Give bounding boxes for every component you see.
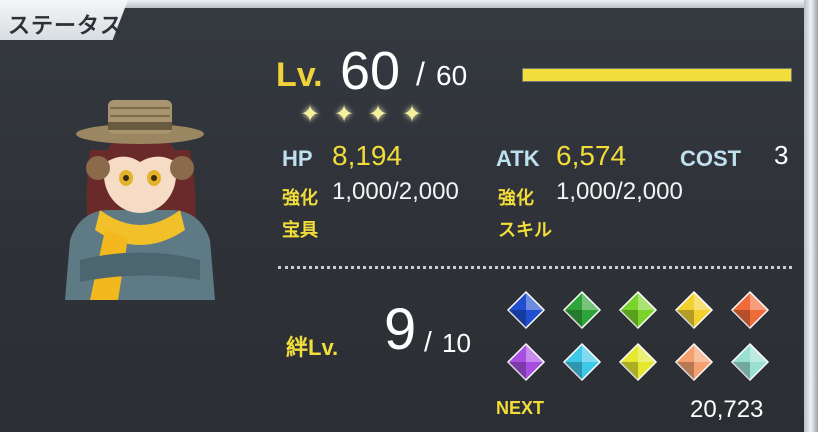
bond-slash: / xyxy=(424,326,432,357)
bond-gem-icon xyxy=(730,290,770,330)
hp-enhance-value: 1,000/2,000 xyxy=(332,178,459,205)
bond-label: 絆Lv. xyxy=(286,335,339,360)
atk-value: 6,574 xyxy=(556,140,627,171)
servant-portrait xyxy=(65,100,215,300)
rarity-star-icon: ✦ xyxy=(300,101,321,128)
level-progress-bar xyxy=(522,68,792,82)
atk-enhance-value: 1,000/2,000 xyxy=(556,178,683,205)
status-panel: ステータス Lv. 60 / 60 ✦ ✦ ✦ ✦ HP 8,194 ATK 6… xyxy=(0,0,818,432)
bond-gem-icon xyxy=(506,290,546,330)
level-slash: / xyxy=(416,56,425,92)
bond-gem-icon xyxy=(730,342,770,382)
bond-gem-icon xyxy=(674,342,714,382)
status-title: ステータス xyxy=(8,13,124,38)
atk-label: ATK xyxy=(496,146,540,171)
skill-label[interactable]: スキル xyxy=(498,216,552,242)
cost-label: COST xyxy=(680,146,742,171)
bond-gem-icon xyxy=(618,290,658,330)
atk-enhance-label: 強化 xyxy=(498,188,534,208)
bond-gem-icon xyxy=(674,290,714,330)
cost-value: 3 xyxy=(774,140,789,170)
rarity-star-icon: ✦ xyxy=(402,101,423,128)
bond-max: 10 xyxy=(442,328,471,358)
divider xyxy=(278,266,792,269)
frame-right xyxy=(804,0,818,432)
next-label: NEXT xyxy=(496,398,545,418)
hp-value: 8,194 xyxy=(332,140,403,171)
bond-gem-icon xyxy=(618,342,658,382)
rarity-star-icon: ✦ xyxy=(368,101,389,128)
hp-label: HP xyxy=(282,146,313,171)
bond-current: 9 xyxy=(384,297,417,362)
noble-phantasm-label[interactable]: 宝具 xyxy=(282,216,318,242)
level-progress-fill xyxy=(523,69,791,81)
level-current: 60 xyxy=(340,41,401,101)
bond-gem-icon xyxy=(562,342,602,382)
bond-gems xyxy=(506,290,786,386)
next-value: 20,723 xyxy=(690,396,764,423)
level-max: 60 xyxy=(436,60,468,91)
rarity-star-icon: ✦ xyxy=(334,101,355,128)
hp-enhance-label: 強化 xyxy=(282,188,318,208)
level-label: Lv. xyxy=(276,56,323,94)
rarity-stars: ✦ ✦ ✦ ✦ xyxy=(300,101,424,128)
bond-gem-icon xyxy=(562,290,602,330)
bond-gem-icon xyxy=(506,342,546,382)
